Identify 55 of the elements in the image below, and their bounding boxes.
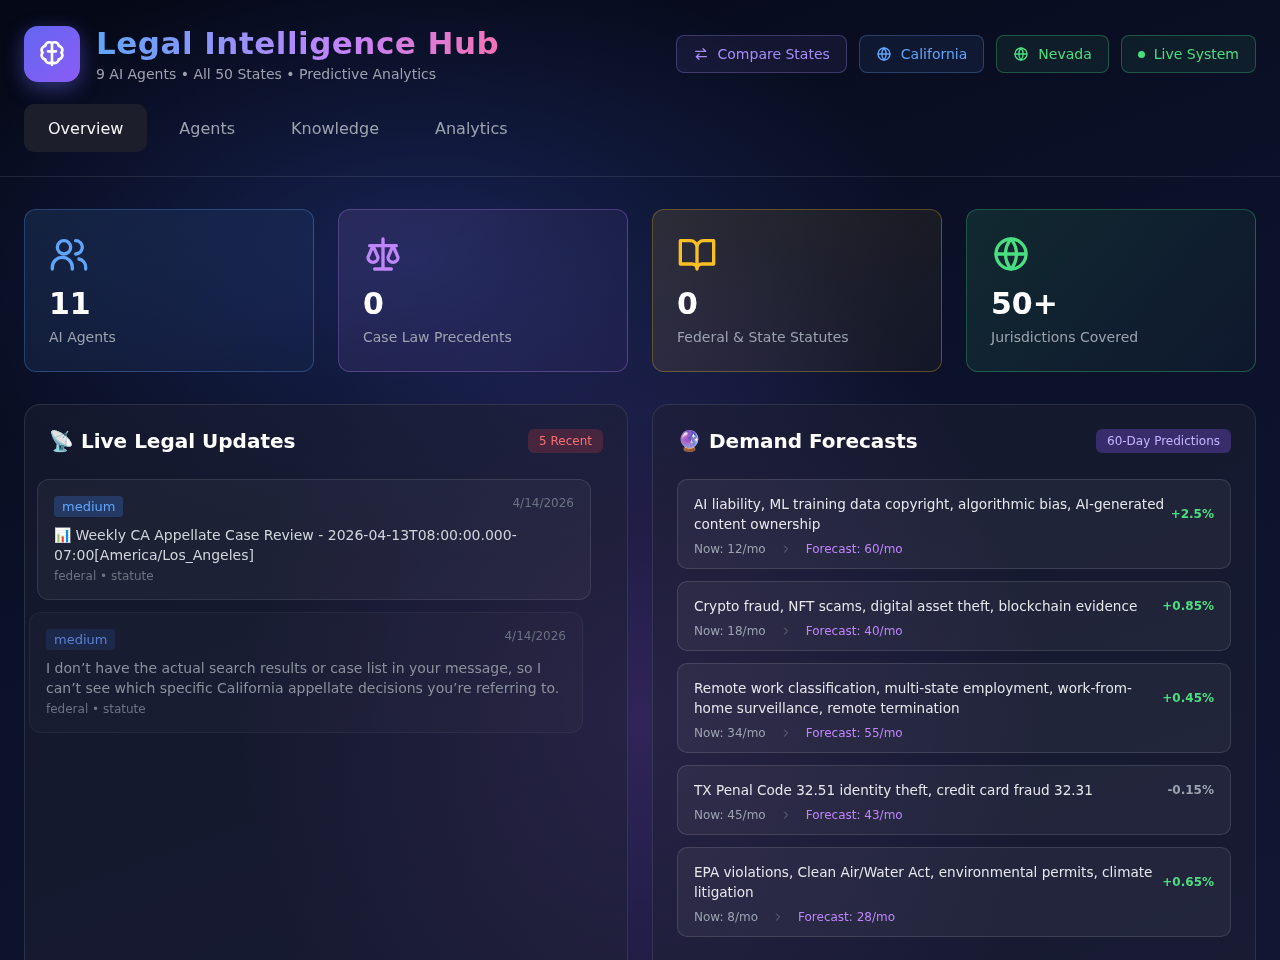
status-badge[interactable]: Live System xyxy=(1120,35,1256,73)
current-rate: Now: 45/mo xyxy=(694,808,766,823)
change-percent: +0.65% xyxy=(1162,875,1214,890)
globe-icon xyxy=(875,46,892,62)
change-percent: -0.15% xyxy=(1167,783,1214,798)
priority-tag: medium xyxy=(54,496,124,518)
forecast-rate: Forecast: 60/mo xyxy=(805,542,903,557)
nav-tab[interactable]: Overview xyxy=(24,104,148,153)
current-rate: Now: 12/mo xyxy=(694,542,766,557)
count-badge: 60-Day Predictions xyxy=(1096,429,1231,454)
forecast-topic: Crypto fraud, NFT scams, digital asset theft, blockchain evidence xyxy=(694,597,1138,617)
forecast-rate: Forecast: 40/mo xyxy=(805,624,903,639)
globe-icon xyxy=(1013,46,1030,62)
stat-label: Jurisdictions Covered xyxy=(991,329,1140,346)
nav-tab[interactable]: Knowledge xyxy=(267,104,403,153)
stat-value: 0 xyxy=(677,286,699,322)
stat-value: 0 xyxy=(363,286,385,322)
forecast-topic: EPA violations, Clean Air/Water Act, environmental permits, climate litigation xyxy=(694,863,1154,903)
count-badge: 5 Recent xyxy=(528,429,603,454)
app-subtitle: 9 AI Agents • All 50 States • Predictive Analytics xyxy=(96,66,438,83)
forecast-rate: Forecast: 28/mo xyxy=(798,910,896,925)
stat-value: 50+ xyxy=(991,286,1059,322)
forecast-rate: Forecast: 43/mo xyxy=(805,808,903,823)
stat-value: 11 xyxy=(49,286,92,322)
nav-tab[interactable]: Analytics xyxy=(411,104,532,153)
stat-label: AI Agents xyxy=(49,329,117,346)
state-button[interactable]: California xyxy=(858,35,985,73)
priority-tag: medium xyxy=(46,629,116,651)
update-card[interactable]: medium 4/14/2026 📊 Weekly CA Appellate Case Review - 2026-04-13T08:00:00.000-07:00[America/Los_Angeles] federal • statute xyxy=(37,479,591,601)
current-rate: Now: 8/mo xyxy=(694,910,759,925)
update-date: 4/14/2026 xyxy=(504,629,566,644)
forecast-topic: Remote work classification, multi-state employment, work-from-home surveillance, remote termination xyxy=(694,679,1133,719)
update-text: 📊 Weekly CA Appellate Case Review - 2026-04-13T08:00:00.000-07:00[America/Los_Angeles] xyxy=(54,526,518,566)
change-percent: +2.5% xyxy=(1170,507,1214,522)
panel-title: 🔮 Demand Forecasts xyxy=(677,429,918,454)
forecast-topic: TX Penal Code 32.51 identity theft, credit card fraud 32.31 xyxy=(694,781,1093,801)
forecast-topic: AI liability, ML training data copyright, algorithmic bias, AI-generated content ownership xyxy=(694,495,1165,535)
update-meta: federal • statute xyxy=(54,569,155,584)
compare-button[interactable]: Compare States xyxy=(675,35,847,73)
current-rate: Now: 34/mo xyxy=(694,726,766,741)
nav-tab[interactable]: Agents xyxy=(155,104,260,153)
update-date: 4/14/2026 xyxy=(512,496,574,511)
update-text: I don’t have the actual search results or case list in your message, so I can’t see which specific California appellate decisions you’re referring to. xyxy=(46,659,561,699)
status-dot xyxy=(1137,50,1145,58)
swap-arrows-icon xyxy=(692,46,709,62)
stat-label: Case Law Precedents xyxy=(363,329,513,346)
panel-title: 📡 Live Legal Updates xyxy=(49,429,296,454)
update-meta: federal • statute xyxy=(46,702,147,717)
stat-label: Federal & State Statutes xyxy=(677,329,850,346)
forecast-rate: Forecast: 55/mo xyxy=(805,726,903,741)
change-percent: +0.45% xyxy=(1162,691,1214,706)
state-button[interactable]: Nevada xyxy=(996,35,1109,73)
current-rate: Now: 18/mo xyxy=(694,624,766,639)
update-card[interactable]: medium 4/14/2026 I don’t have the actual search results or case list in your message, so I can’t see which specific California appellate decisions you’re referring to. federal • statute xyxy=(29,612,583,734)
change-percent: +0.85% xyxy=(1162,599,1214,614)
